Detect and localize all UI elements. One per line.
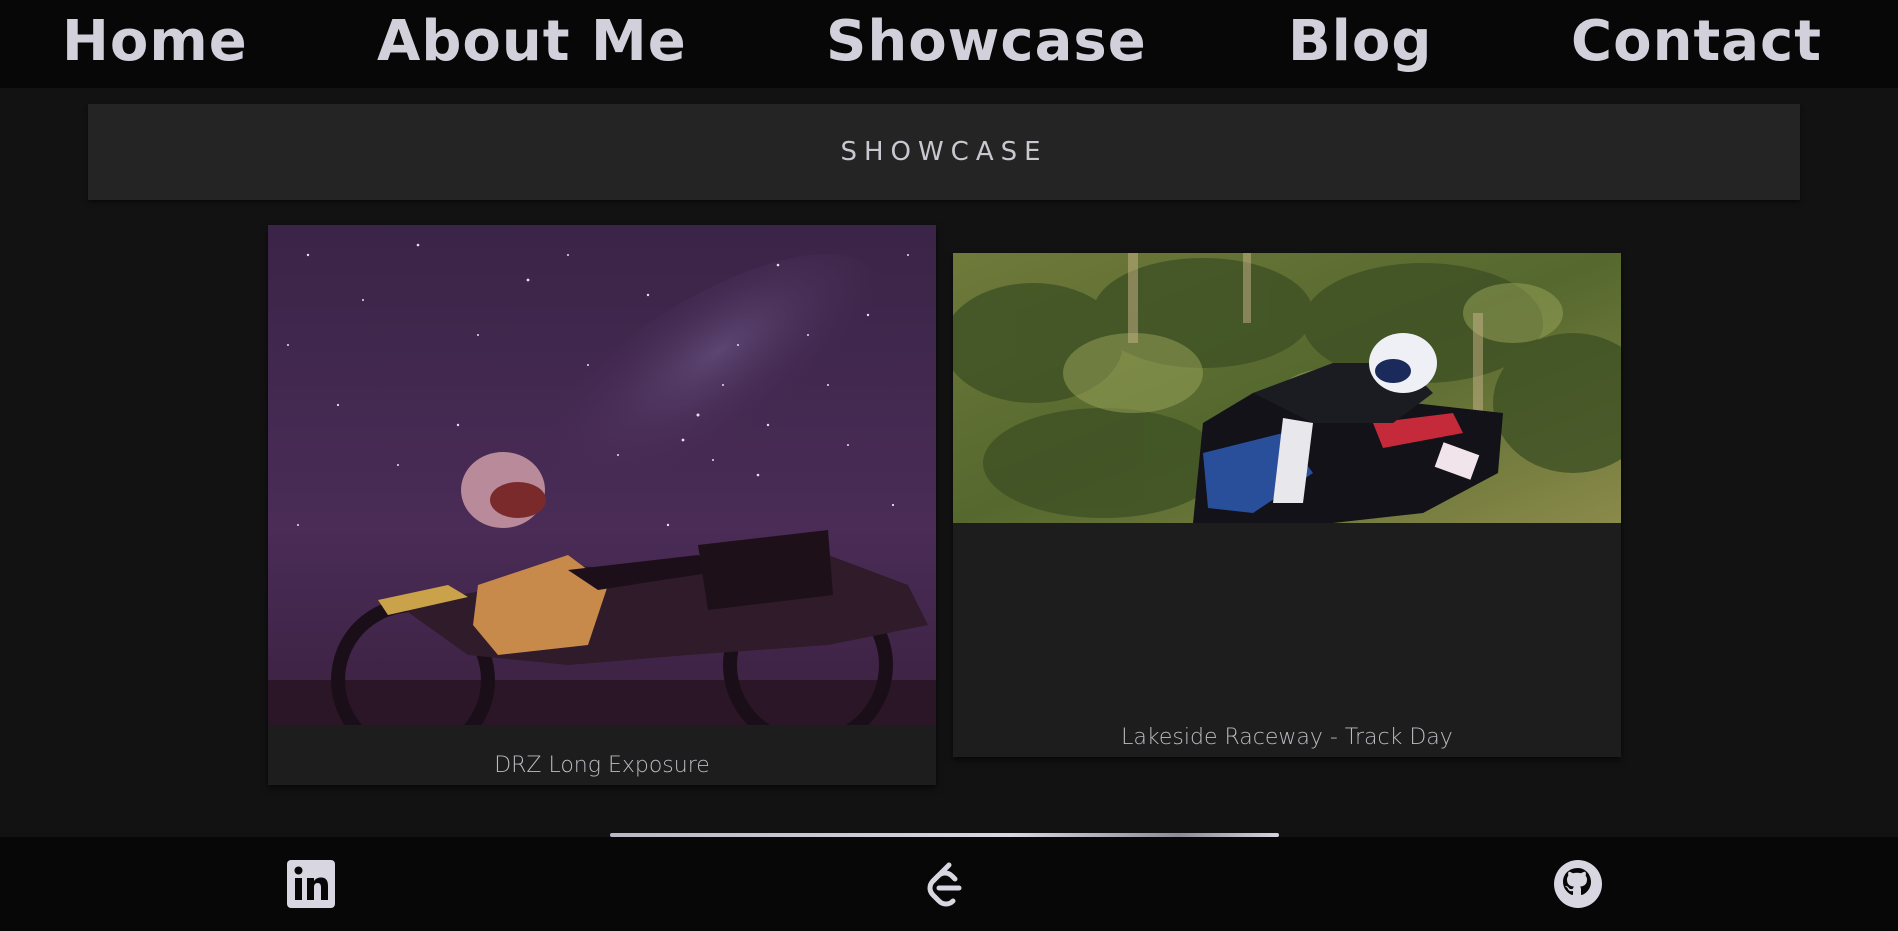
showcase-card[interactable]: Lakeside Raceway - Track Day — [953, 253, 1621, 757]
footer — [0, 837, 1898, 931]
motorcycle-track-racing-photo — [953, 253, 1621, 523]
nav-link-about-me[interactable]: About Me — [377, 2, 687, 82]
linkedin-icon[interactable] — [286, 859, 336, 909]
section-header: SHOWCASE — [88, 104, 1800, 200]
showcase-card[interactable]: DRZ Long Exposure — [268, 225, 936, 785]
card-caption: DRZ Long Exposure — [494, 753, 710, 778]
leetcode-icon[interactable] — [919, 859, 969, 909]
top-nav: Home About Me Showcase Blog Contact — [0, 0, 1898, 88]
nav-link-blog[interactable]: Blog — [1288, 2, 1432, 82]
motorcycle-night-sky-photo — [268, 225, 936, 725]
nav-link-showcase[interactable]: Showcase — [826, 2, 1147, 82]
nav-link-home[interactable]: Home — [62, 2, 248, 82]
card-caption: Lakeside Raceway - Track Day — [1121, 725, 1453, 750]
nav-link-contact[interactable]: Contact — [1571, 2, 1822, 82]
section-title: SHOWCASE — [840, 137, 1048, 167]
github-icon[interactable] — [1553, 859, 1603, 909]
